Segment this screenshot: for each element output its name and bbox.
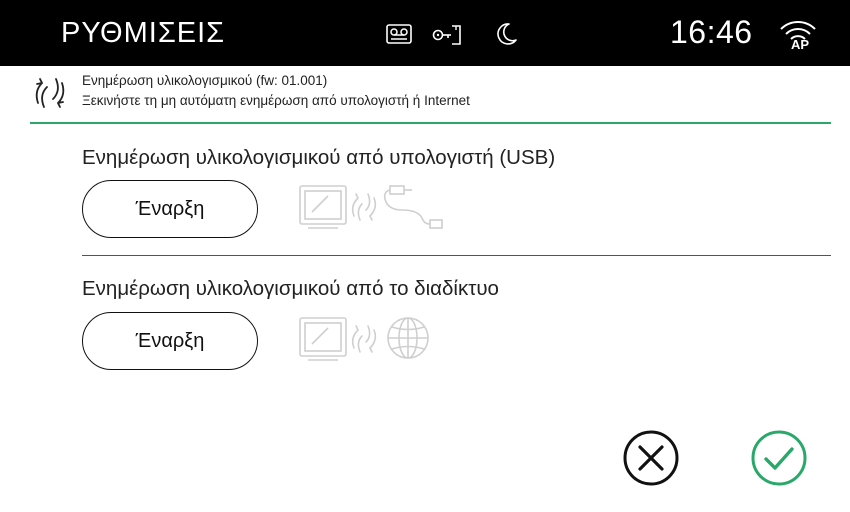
globe-icon	[387, 317, 429, 359]
update-instruction-text: Ξεκινήστε τη μη αυτόματη ενημέρωση από υ…	[82, 93, 470, 108]
usb-update-illustration	[299, 185, 443, 229]
clock: 16:46	[670, 14, 753, 50]
answering-machine-icon	[386, 24, 412, 44]
sync-arrows-icon	[351, 193, 377, 221]
internet-start-button[interactable]: Έναρξη	[82, 312, 258, 370]
door-key-icon	[432, 25, 461, 45]
monitor-icon	[299, 185, 347, 229]
usb-cable-icon	[383, 185, 443, 229]
cancel-x-circle-icon[interactable]	[621, 428, 681, 488]
wifi-ap-label: AP	[791, 37, 809, 51]
sync-arrows-icon	[351, 325, 377, 353]
header-divider	[30, 122, 831, 124]
confirm-check-circle-icon[interactable]	[749, 428, 809, 488]
monitor-icon	[299, 317, 347, 361]
page-title: ΡΥΘΜΙΣΕΙΣ	[61, 17, 226, 49]
firmware-update-icon	[35, 78, 65, 108]
usb-start-button[interactable]: Έναρξη	[82, 180, 258, 238]
night-mode-moon-icon	[497, 23, 517, 45]
firmware-version-text: Ενημέρωση υλικολογισμικού (fw: 01.001)	[82, 73, 328, 88]
internet-section-title: Ενημέρωση υλικολογισμικού από το διαδίκτ…	[82, 277, 499, 300]
section-divider	[82, 255, 831, 256]
usb-section-title: Ενημέρωση υλικολογισμικού από υπολογιστή…	[82, 146, 556, 169]
top-bar: ΡΥΘΜΙΣΕΙΣ 16:46 AP	[0, 0, 850, 66]
wifi-ap-icon: AP	[780, 20, 816, 51]
internet-update-illustration	[299, 317, 429, 361]
